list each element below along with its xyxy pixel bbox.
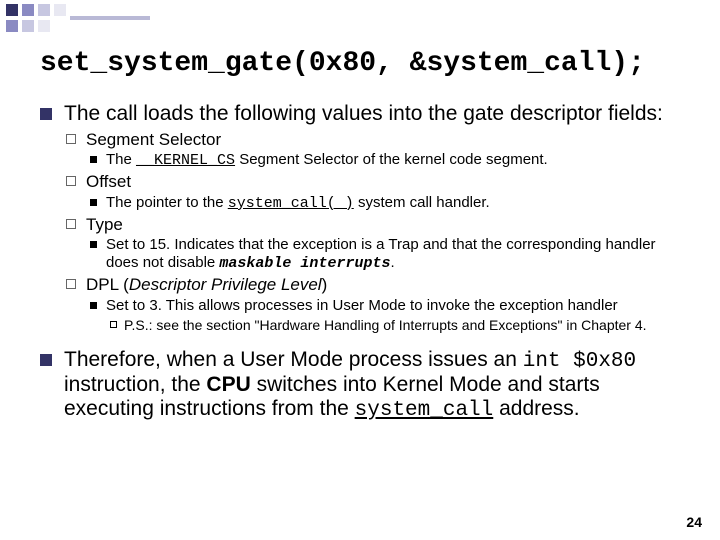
code: __KERNEL_CS: [136, 152, 235, 169]
code: int $0x80: [523, 350, 636, 373]
item-type: Type Set to 15. Indicates that the excep…: [64, 215, 690, 274]
t: P.S.: see the section "Hardware Handling…: [124, 317, 647, 333]
item-segment-selector: Segment Selector The __KERNEL_CS Segment…: [64, 130, 690, 171]
label-italic: Descriptor Privilege Level: [129, 275, 322, 294]
t: The pointer to the: [106, 194, 228, 211]
code: system_call( ): [228, 195, 354, 212]
t: The: [106, 151, 136, 168]
label: Type: [86, 215, 123, 234]
bullet-therefore: Therefore, when a User Mode process issu…: [40, 348, 690, 423]
bullet-intro: The call loads the following values into…: [40, 102, 690, 334]
detail: The __KERNEL_CS Segment Selector of the …: [86, 151, 690, 170]
text: The call loads the following values into…: [64, 102, 663, 125]
t: system call handler.: [354, 194, 490, 211]
item-dpl: DPL (Descriptor Privilege Level) Set to …: [64, 275, 690, 333]
t: Therefore, when a User Mode process issu…: [64, 348, 523, 371]
content: The call loads the following values into…: [40, 102, 690, 436]
t: .: [390, 254, 394, 271]
detail: The pointer to the system_call( ) system…: [86, 194, 690, 213]
t: Set to 3. This allows processes in User …: [106, 297, 618, 314]
t: instruction, the: [64, 373, 206, 396]
detail: Set to 15. Indicates that the exception …: [86, 236, 690, 273]
label-a: DPL: [86, 275, 123, 294]
ps-note: P.S.: see the section "Hardware Handling…: [106, 317, 690, 334]
detail: Set to 3. This allows processes in User …: [86, 297, 690, 334]
code: maskable interrupts: [219, 255, 390, 272]
slide: set_system_gate(0x80, &system_call); The…: [0, 0, 720, 540]
t: Segment Selector of the kernel code segm…: [235, 151, 548, 168]
code: system_call: [355, 399, 494, 422]
cpu: CPU: [206, 373, 250, 396]
label: Segment Selector: [86, 130, 221, 149]
item-offset: Offset The pointer to the system_call( )…: [64, 172, 690, 213]
page-number: 24: [686, 514, 702, 530]
paren-close: ): [322, 275, 328, 294]
label: Offset: [86, 172, 131, 191]
t: address.: [493, 397, 579, 420]
corner-deco: [0, 0, 180, 40]
slide-title-code: set_system_gate(0x80, &system_call);: [40, 48, 700, 79]
